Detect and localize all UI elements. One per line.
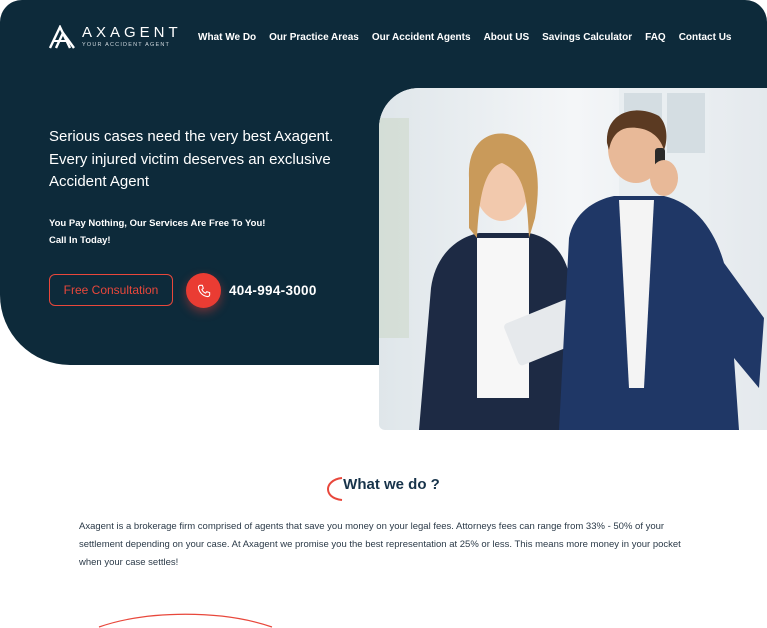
logo-mark-icon	[48, 25, 75, 49]
hero-subtext: You Pay Nothing, Our Services Are Free T…	[49, 215, 265, 249]
phone-call-button[interactable]	[186, 273, 221, 308]
hero-headline: Serious cases need the very best Axagent…	[49, 128, 334, 190]
nav-practice-areas[interactable]: Our Practice Areas	[269, 32, 359, 43]
nav-faq[interactable]: FAQ	[645, 32, 666, 43]
bottom-arc-decoration	[98, 613, 273, 628]
hero-photo	[379, 88, 767, 430]
nav-accident-agents[interactable]: Our Accident Agents	[372, 32, 471, 43]
nav-contact-us[interactable]: Contact Us	[679, 32, 732, 43]
phone-icon	[197, 284, 210, 297]
hero-subtext-line2: Call In Today!	[49, 235, 111, 246]
nav-savings-calculator[interactable]: Savings Calculator	[542, 32, 632, 43]
what-we-do-description: Axagent is a brokerage firm comprised of…	[79, 521, 681, 568]
main-nav: What We Do Our Practice Areas Our Accide…	[198, 32, 745, 43]
logo-text: AXAGENT YOUR ACCIDENT AGENT	[82, 24, 182, 48]
brand-name: AXAGENT	[82, 24, 182, 41]
two-agents-image	[379, 88, 767, 430]
what-we-do-heading: What we do ?	[0, 476, 767, 501]
nav-what-we-do[interactable]: What We Do	[198, 32, 256, 43]
brand-tagline: YOUR ACCIDENT AGENT	[82, 42, 171, 48]
logo[interactable]: AXAGENT YOUR ACCIDENT AGENT	[48, 25, 182, 49]
phone-number[interactable]: 404-994-3000	[229, 283, 317, 298]
free-consultation-button[interactable]: Free Consultation	[49, 274, 173, 306]
hero-subtext-line1: You Pay Nothing, Our Services Are Free T…	[49, 218, 266, 229]
section-title: What we do ?	[343, 476, 440, 493]
nav-about-us[interactable]: About US	[484, 32, 530, 43]
